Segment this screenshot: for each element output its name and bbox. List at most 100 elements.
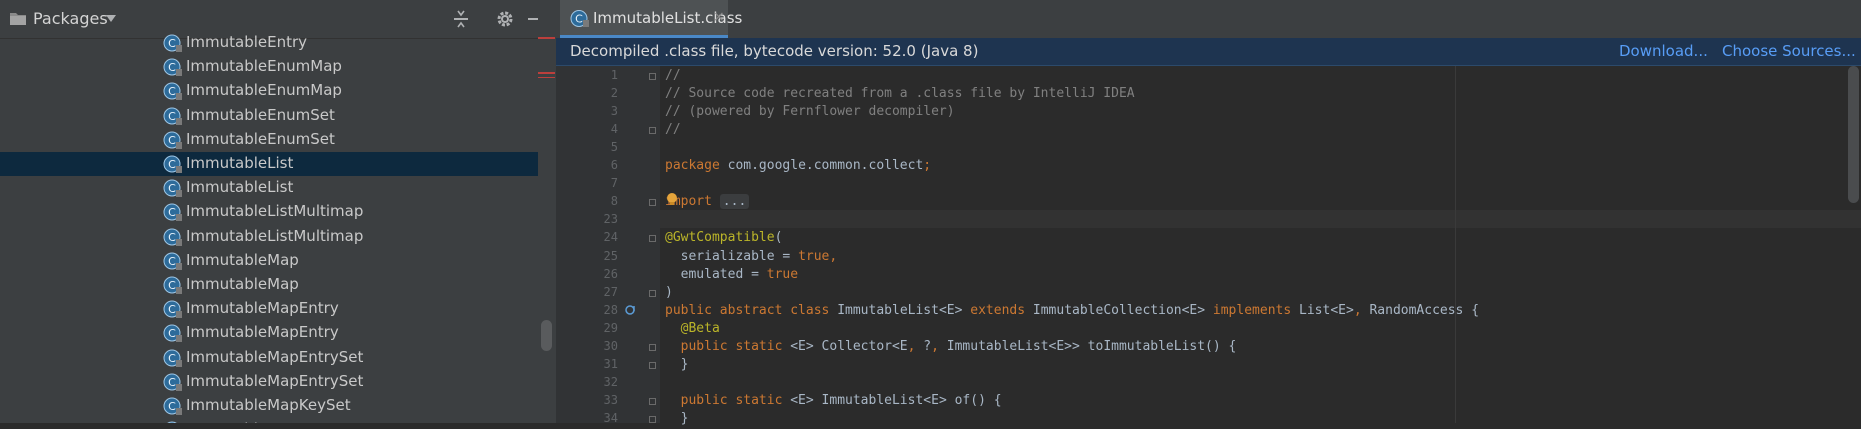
svg-text:C: C: [168, 376, 176, 389]
code-token: public abstract class: [665, 302, 830, 318]
code-token: true: [766, 266, 799, 282]
minimize-icon[interactable]: [528, 9, 538, 29]
error-stripe-mark[interactable]: [538, 72, 555, 74]
folder-icon: [10, 13, 26, 25]
class-icon: C: [163, 276, 182, 294]
tree-item[interactable]: C ImmutableEntry: [0, 31, 538, 55]
code-token: com.google.common.collect: [719, 158, 924, 174]
close-icon[interactable]: ×: [713, 9, 725, 25]
fold-marker-icon[interactable]: [649, 415, 656, 423]
tree-item-label: ImmutableList: [186, 178, 294, 197]
code-line: public static <E> ImmutableList<E> of() …: [665, 393, 1002, 411]
svg-text:C: C: [168, 279, 176, 292]
code-line: }: [665, 356, 689, 375]
code-token: public static: [665, 392, 783, 408]
tree-item-label: ImmutableEnumSet: [186, 105, 335, 124]
editor-tab[interactable]: C ImmutableList.class ×: [560, 0, 742, 38]
tree-item[interactable]: C ImmutableMap: [0, 273, 538, 297]
code-line: serializable = true,: [665, 248, 838, 267]
code-token: <E> ImmutableList<E> of() {: [782, 392, 1002, 408]
panel-title[interactable]: Packages: [33, 9, 108, 28]
code-line: @Beta: [665, 321, 720, 339]
svg-text:C: C: [168, 255, 176, 268]
fold-marker-icon[interactable]: [649, 127, 656, 135]
banner-text: Decompiled .class file, bytecode version…: [570, 42, 979, 60]
tree-item[interactable]: CImmutableMapKeySet: [0, 394, 538, 418]
code-line: //: [665, 68, 681, 86]
fold-marker-icon[interactable]: [649, 235, 656, 243]
code-token: //: [665, 122, 681, 138]
tree-item-label: ImmutableEnumMap: [186, 57, 342, 76]
tree-item[interactable]: C ImmutableMap: [0, 249, 538, 273]
code-token: ): [665, 284, 673, 300]
fold-marker-icon[interactable]: [649, 199, 656, 207]
tree-item-label: ImmutableMapEntrySet: [186, 347, 364, 366]
class-icon: C: [163, 203, 182, 222]
right-margin-guide: [1455, 66, 1456, 423]
tree-item[interactable]: C ImmutableEnumSet: [0, 104, 538, 128]
code-token: ,: [829, 248, 838, 264]
code-token: // Source code recreated from a .class f…: [665, 86, 1135, 102]
line-number-gutter[interactable]: 1 2 3 4 5 6 7 8 23 24 25 26 27 28 29 30 31 32 33 34: [556, 66, 660, 425]
panel-splitter[interactable]: [538, 0, 558, 423]
fold-marker-icon[interactable]: [649, 397, 656, 405]
class-icon: C: [163, 300, 182, 319]
tree-item[interactable]: C ImmutableListMultimap: [0, 200, 538, 224]
code-token: public static: [665, 338, 783, 354]
tree-item[interactable]: CImmutableMapKeySet: [0, 418, 538, 423]
code-line: public abstract class ImmutableList<E> e…: [665, 303, 1479, 321]
tree-item[interactable]: C ImmutableEnumMap: [0, 55, 538, 79]
svg-text:C: C: [168, 206, 176, 219]
code-token: }: [665, 356, 689, 372]
tree-item[interactable]: C ImmutableMapEntrySet: [0, 370, 538, 394]
line-number: 7: [610, 176, 618, 191]
caret-down-icon[interactable]: [106, 15, 116, 23]
line-number: 5: [610, 140, 618, 155]
code-token: @Beta: [665, 320, 720, 336]
tree-item[interactable]: C ImmutableList: [0, 152, 538, 176]
editor-scrollbar-thumb[interactable]: [1848, 66, 1859, 203]
code-token: ImmutableList<E>: [829, 302, 971, 318]
folded-region[interactable]: ...: [719, 194, 750, 210]
gear-icon[interactable]: [495, 9, 515, 29]
error-stripe-mark[interactable]: [538, 37, 555, 39]
tree-item-label: ImmutableList: [186, 154, 294, 172]
fold-marker-icon[interactable]: [649, 343, 656, 351]
class-icon: C: [163, 373, 182, 391]
code-token: ImmutableCollection<E>: [1025, 302, 1213, 318]
tree-item[interactable]: C ImmutableEnumSet: [0, 128, 538, 152]
tree-item[interactable]: C ImmutableList: [0, 176, 538, 200]
lightbulb-icon[interactable]: [665, 192, 679, 206]
tree-item[interactable]: C ImmutableMapEntrySet: [0, 346, 538, 370]
line-number: 25: [603, 248, 618, 263]
code-token: serializable =: [665, 248, 799, 264]
implemented-marker-icon[interactable]: [625, 304, 637, 316]
line-number: 29: [603, 320, 618, 335]
code-token: ,: [1353, 302, 1362, 318]
tree-item-label: ImmutableMap: [186, 275, 299, 293]
tree-item[interactable]: C ImmutableListMultimap: [0, 225, 538, 249]
code-line: package com.google.common.collect;: [665, 158, 931, 176]
error-stripe-mark[interactable]: [538, 77, 555, 78]
fold-marker-icon[interactable]: [649, 289, 656, 297]
fold-marker-icon[interactable]: [649, 361, 656, 369]
choose-sources-link[interactable]: Choose Sources...: [1722, 42, 1856, 60]
tree-scrollbar-thumb[interactable]: [541, 320, 552, 351]
code-token: @GwtCompatible: [665, 230, 775, 246]
code-token: extends: [970, 302, 1026, 318]
code-area[interactable]: // // Source code recreated from a .class…: [660, 66, 1861, 426]
tree-item[interactable]: C ImmutableMapEntry: [0, 321, 538, 345]
code-line: }: [665, 411, 689, 429]
collapse-all-icon[interactable]: [451, 9, 471, 29]
code-token: //: [665, 68, 681, 83]
svg-text:C: C: [575, 13, 583, 26]
class-icon: C: [163, 397, 182, 415]
tree-item[interactable]: C ImmutableEnumMap: [0, 79, 538, 103]
fold-marker-icon[interactable]: [649, 73, 656, 80]
download-link[interactable]: Download...: [1619, 42, 1708, 60]
code-line: emulated = true: [665, 267, 798, 285]
tree-item-label: ImmutableMap: [186, 250, 299, 269]
tree-item[interactable]: C ImmutableMapEntry: [0, 297, 538, 321]
code-token: true: [798, 248, 830, 264]
line-number: 4: [610, 122, 618, 137]
